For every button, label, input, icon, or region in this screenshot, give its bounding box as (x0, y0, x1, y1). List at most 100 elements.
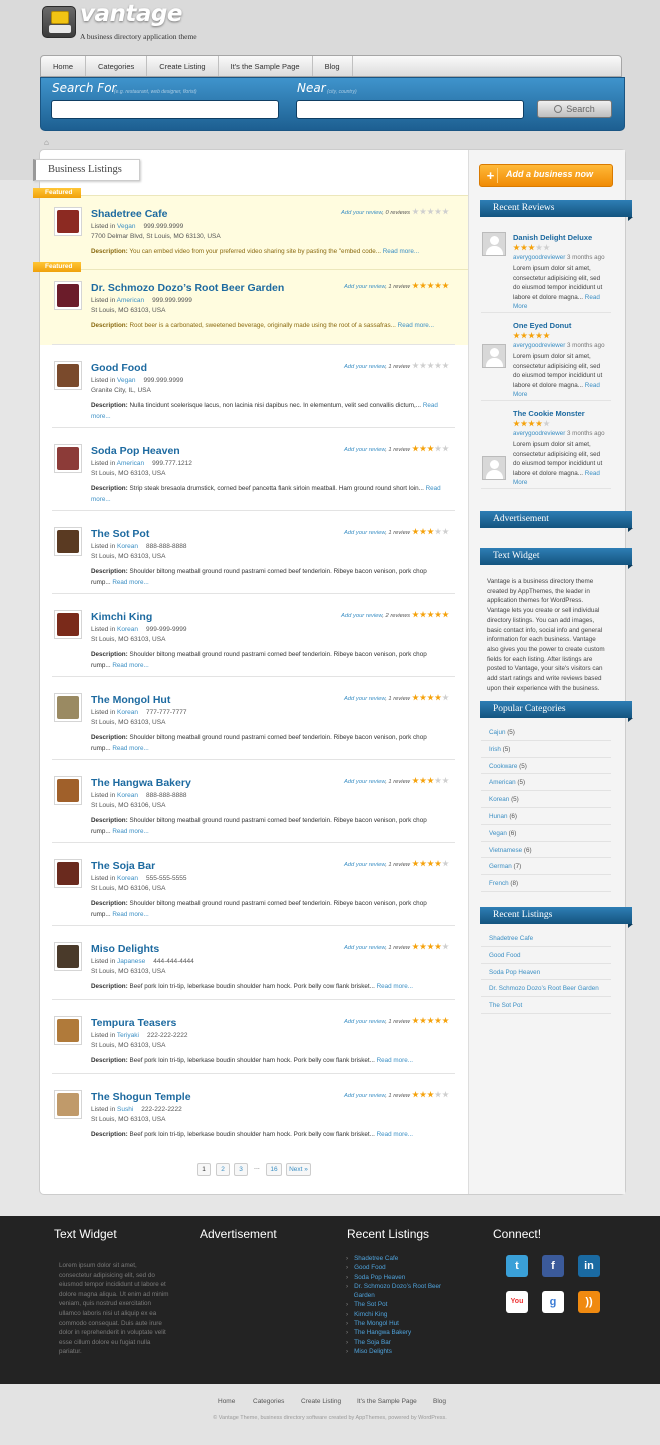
read-more-link[interactable]: Read more... (112, 579, 148, 586)
logo-icon[interactable] (42, 6, 76, 38)
category-link[interactable]: Irish (489, 746, 501, 753)
listing-category-link[interactable]: Korean (117, 875, 138, 882)
listing-title[interactable]: The Hangwa Bakery (91, 777, 191, 789)
nav-categories[interactable]: Categories (86, 56, 148, 76)
listing-title[interactable]: Dr. Schmozo Dozo’s Root Beer Garden (91, 282, 284, 294)
near-input[interactable] (296, 100, 524, 119)
read-more-link[interactable]: Read (423, 402, 438, 409)
listing-title[interactable]: The Mongol Hut (91, 694, 170, 706)
footer-listing-link[interactable]: Kimchi King (354, 1311, 387, 1318)
listing-thumbnail[interactable] (54, 361, 82, 390)
review-title[interactable]: The Cookie Monster (513, 409, 585, 418)
listing-thumbnail[interactable] (54, 1090, 82, 1119)
listing-category-link[interactable]: Vegan (117, 377, 135, 384)
read-more-link[interactable]: Read (426, 485, 441, 492)
linkedin-icon[interactable]: in (578, 1255, 600, 1277)
nav-sample-page[interactable]: It's the Sample Page (219, 56, 313, 76)
recent-listing-link[interactable]: Dr. Schmozo Dozo’s Root Beer Garden (489, 985, 599, 992)
add-review-link[interactable]: Add your review (341, 613, 382, 619)
listing-thumbnail[interactable] (54, 693, 82, 722)
review-author-link[interactable]: averygoodreviewer (513, 254, 565, 261)
recent-listing-link[interactable]: Soda Pop Heaven (489, 969, 540, 976)
read-more-link[interactable]: Read more... (112, 911, 148, 918)
read-more-link[interactable]: Read more... (398, 322, 434, 329)
listing-title[interactable]: Tempura Teasers (91, 1017, 176, 1029)
add-business-button[interactable]: + Add a business now (479, 164, 613, 187)
bottom-nav-blog[interactable]: Blog (433, 1398, 446, 1405)
listing-thumbnail[interactable] (54, 776, 82, 805)
recent-listing-link[interactable]: The Sot Pot (489, 1002, 522, 1009)
read-more-link[interactable]: Read more... (377, 983, 413, 990)
add-review-link[interactable]: Add your review (344, 1019, 385, 1025)
twitter-icon[interactable]: t (506, 1255, 528, 1277)
add-review-link[interactable]: Add your review (344, 1093, 385, 1099)
listing-category-link[interactable]: Korean (117, 626, 138, 633)
listing-category-link[interactable]: American (117, 297, 144, 304)
listing-category-link[interactable]: Korean (117, 543, 138, 550)
add-review-link[interactable]: Add your review (344, 447, 385, 453)
footer-listing-link[interactable]: The Hangwa Bakery (354, 1329, 411, 1336)
listing-thumbnail[interactable] (54, 1016, 82, 1045)
footer-listing-link[interactable]: Good Food (354, 1264, 386, 1271)
youtube-icon[interactable]: You (506, 1291, 528, 1313)
add-review-link[interactable]: Add your review (344, 696, 385, 702)
read-more-link[interactable]: Read more... (377, 1057, 413, 1064)
review-title[interactable]: Danish Delight Deluxe (513, 233, 592, 242)
category-link[interactable]: Vegan (489, 830, 507, 837)
bottom-nav-sample-page[interactable]: It's the Sample Page (357, 1398, 417, 1405)
category-link[interactable]: Hunan (489, 813, 508, 820)
nav-home[interactable]: Home (41, 56, 87, 76)
footer-listing-link[interactable]: Shadetree Cafe (354, 1255, 398, 1262)
listing-thumbnail[interactable] (54, 859, 82, 888)
read-more-link[interactable]: Read more... (112, 662, 148, 669)
listing-title[interactable]: Soda Pop Heaven (91, 445, 180, 457)
footer-listing-link[interactable]: The Sot Pot (354, 1301, 387, 1308)
listing-title[interactable]: Kimchi King (91, 611, 152, 623)
category-link[interactable]: German (489, 863, 512, 870)
listing-title[interactable]: Good Food (91, 362, 147, 374)
read-more-link[interactable]: Read more... (112, 745, 148, 752)
listing-thumbnail[interactable] (54, 281, 82, 310)
category-link[interactable]: French (489, 880, 509, 887)
listing-title[interactable]: The Sot Pot (91, 528, 149, 540)
bottom-nav-home[interactable]: Home (218, 1398, 235, 1405)
add-review-link[interactable]: Add your review (344, 364, 385, 370)
read-more-link[interactable]: Read more... (377, 1131, 413, 1138)
footer-listing-link[interactable]: The Mongol Hut (354, 1320, 399, 1327)
listing-category-link[interactable]: Sushi (117, 1106, 133, 1113)
read-more-link-continued[interactable]: more... (91, 496, 111, 503)
recent-listing-link[interactable]: Shadetree Cafe (489, 935, 533, 942)
footer-listing-link[interactable]: The Soja Bar (354, 1339, 391, 1346)
facebook-icon[interactable]: f (542, 1255, 564, 1277)
listing-category-link[interactable]: Korean (117, 792, 138, 799)
listing-category-link[interactable]: Korean (117, 709, 138, 716)
add-review-link[interactable]: Add your review (341, 210, 382, 216)
listing-title[interactable]: The Soja Bar (91, 860, 155, 872)
nav-blog[interactable]: Blog (313, 56, 353, 76)
listing-thumbnail[interactable] (54, 207, 82, 236)
footer-listing-link[interactable]: Garden (354, 1292, 375, 1299)
listing-thumbnail[interactable] (54, 444, 82, 473)
read-more-link[interactable]: Read more... (383, 248, 419, 255)
category-link[interactable]: Vietnamese (489, 847, 522, 854)
add-review-link[interactable]: Add your review (344, 530, 385, 536)
category-link[interactable]: Cajun (489, 729, 505, 736)
google-icon[interactable]: g (542, 1291, 564, 1313)
read-more-link-continued[interactable]: more... (91, 413, 111, 420)
category-link[interactable]: Korean (489, 796, 509, 803)
listing-title[interactable]: Shadetree Cafe (91, 208, 167, 220)
category-link[interactable]: Cookware (489, 763, 517, 770)
nav-create-listing[interactable]: Create Listing (147, 56, 219, 76)
listing-category-link[interactable]: Teriyaki (117, 1032, 139, 1039)
review-author-link[interactable]: averygoodreviewer (513, 342, 565, 349)
footer-listing-link[interactable]: Miso Delights (354, 1348, 392, 1355)
add-review-link[interactable]: Add your review (344, 945, 385, 951)
listing-category-link[interactable]: Japanese (117, 958, 145, 965)
add-review-link[interactable]: Add your review (344, 862, 385, 868)
bottom-nav-create-listing[interactable]: Create Listing (301, 1398, 341, 1405)
read-more-link[interactable]: Read more... (112, 828, 148, 835)
listing-thumbnail[interactable] (54, 527, 82, 556)
search-button[interactable]: Search (537, 100, 612, 118)
review-title[interactable]: One Eyed Donut (513, 321, 571, 330)
site-logo-text[interactable]: vantage (80, 1, 182, 27)
